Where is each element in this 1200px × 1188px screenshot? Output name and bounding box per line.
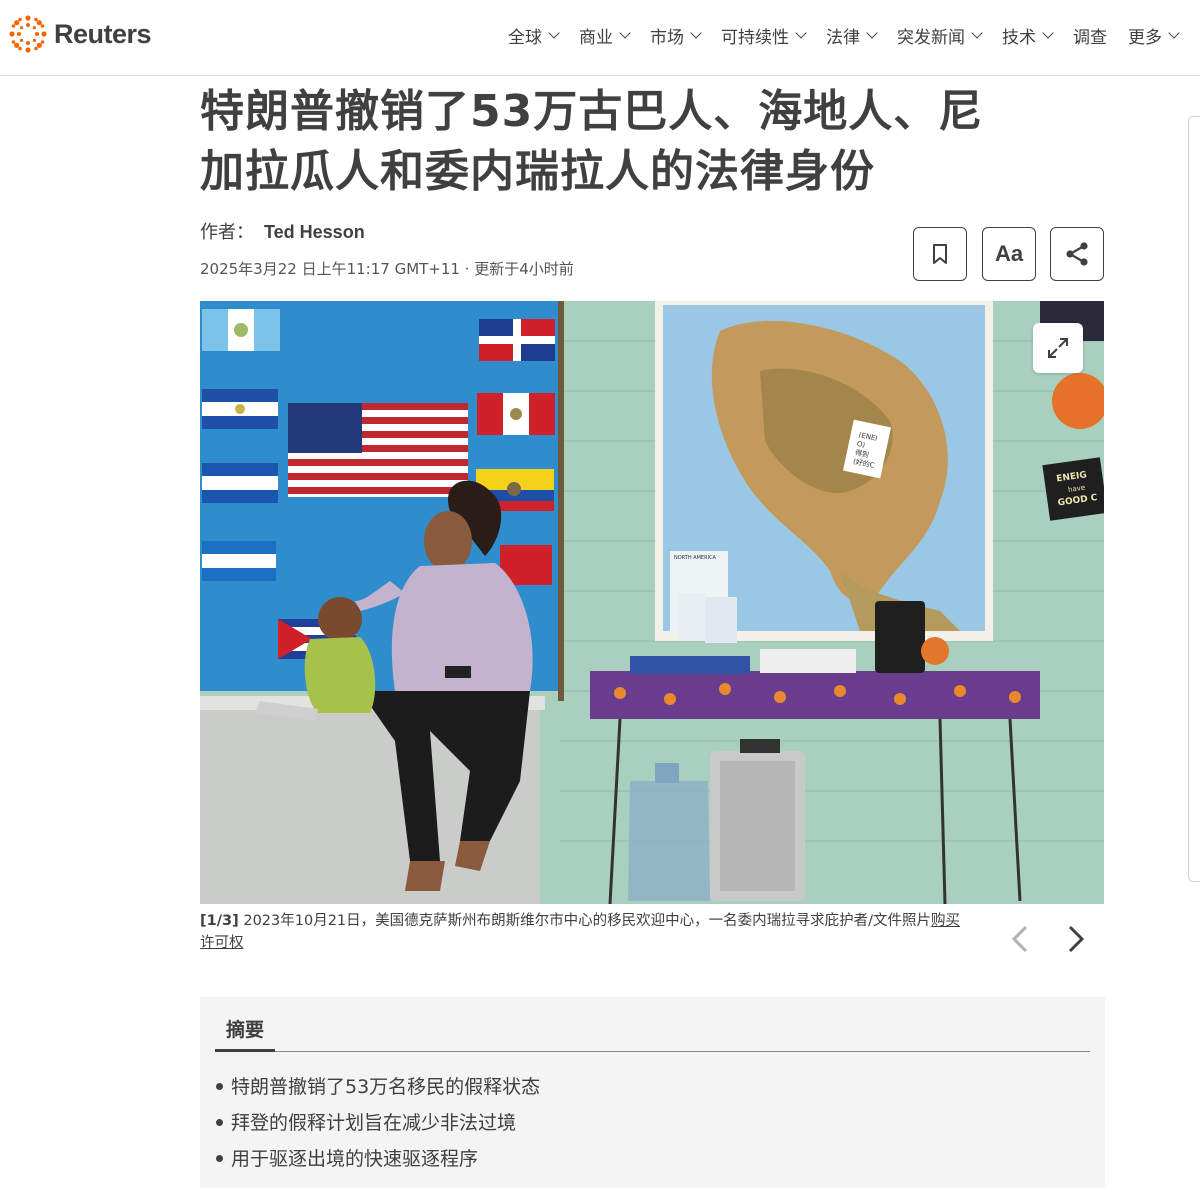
nav-label: 全球 xyxy=(508,27,542,48)
photo-counter: [1/3] xyxy=(200,913,239,929)
expand-image-button[interactable] xyxy=(1033,323,1083,373)
nav-label: 技术 xyxy=(1002,27,1036,48)
article-photo[interactable]: (ENEI O) 得到 (好的C NORTH AMERICA ENEIG hav… xyxy=(200,301,1104,904)
reuters-logo[interactable]: Reuters xyxy=(8,14,152,54)
photo-scene: (ENEI O) 得到 (好的C NORTH AMERICA ENEIG hav… xyxy=(200,301,1104,904)
flag-el-salvador xyxy=(202,389,278,429)
author-link[interactable]: Ted Hesson xyxy=(264,222,365,242)
flag-honduras xyxy=(202,463,278,503)
chevron-left-icon xyxy=(1011,925,1028,953)
flag-dominican-republic xyxy=(479,319,555,361)
chevron-down-icon xyxy=(548,26,560,39)
chevron-down-icon xyxy=(795,26,807,39)
headline-line-2: 加拉瓜人和委内瑞拉人的法律身份 xyxy=(200,146,875,197)
reuters-logo-text: Reuters xyxy=(54,18,152,49)
flag-peru xyxy=(477,393,555,435)
nav-label: 商业 xyxy=(579,27,613,48)
nav-item-sustainability[interactable]: 可持续性 xyxy=(721,23,807,48)
bullet-icon xyxy=(216,1154,223,1162)
nav-label: 突发新闻 xyxy=(897,27,965,48)
article-dateline: 2025年3月22 日上午11:17 GMT+11 · 更新于4小时前 xyxy=(200,260,574,278)
bullet-icon xyxy=(216,1118,223,1126)
summary-item: 拜登的假释计划旨在减少非法过境 xyxy=(216,1105,540,1141)
nav-label: 市场 xyxy=(650,27,684,48)
next-photo-button[interactable] xyxy=(1059,922,1093,956)
bookmark-icon xyxy=(933,244,947,264)
reuters-logo-icon xyxy=(9,15,47,53)
caption-text: 2023年10月21日，美国德克萨斯州布朗斯维尔市中心的移民欢迎中心，一名委内瑞… xyxy=(238,913,932,929)
summary-item-text: 拜登的假释计划旨在减少非法过境 xyxy=(231,1112,517,1134)
summary-box: 摘要 特朗普撤销了53万名移民的假释状态 拜登的假释计划旨在减少非法过境 用于驱… xyxy=(200,997,1105,1188)
speaker xyxy=(875,601,925,673)
nav-label: 更多 xyxy=(1128,27,1162,48)
nav-label: 调查 xyxy=(1073,27,1107,48)
expand-icon xyxy=(1048,338,1068,358)
nav-item-more[interactable]: 更多 xyxy=(1128,23,1180,48)
main-nav: 全球 商业 市场 可持续性 法律 突发新闻 技术 调查 更多 xyxy=(508,22,1199,48)
photo-caption: [1/3] 2023年10月21日，美国德克萨斯州布朗斯维尔市中心的移民欢迎中心… xyxy=(200,910,970,954)
byline: 作者： Ted Hesson xyxy=(200,218,365,244)
nav-item-world[interactable]: 全球 xyxy=(508,23,560,48)
nav-item-business[interactable]: 商业 xyxy=(579,23,631,48)
summary-tab[interactable]: 摘要 xyxy=(226,1015,264,1042)
previous-photo-button[interactable] xyxy=(1003,922,1037,956)
headline-line-1: 特朗普撤销了53万古巴人、海地人、尼 xyxy=(200,86,984,137)
chevron-down-icon xyxy=(1168,26,1180,39)
flag-usa xyxy=(288,403,468,497)
flag-guatemala xyxy=(202,309,280,351)
bullet-icon xyxy=(216,1082,223,1090)
nav-label: 法律 xyxy=(826,27,860,48)
share-icon xyxy=(1066,242,1088,266)
summary-divider xyxy=(215,1051,1090,1052)
summary-item: 特朗普撤销了53万名移民的假释状态 xyxy=(216,1069,540,1105)
nav-label: 可持续性 xyxy=(721,27,789,48)
chevron-right-icon xyxy=(1068,925,1085,953)
chevron-down-icon xyxy=(690,26,702,39)
chevron-down-icon xyxy=(619,26,631,39)
nav-item-legal[interactable]: 法律 xyxy=(826,23,878,48)
summary-tab-indicator xyxy=(215,1049,275,1052)
article-headline: 特朗普撤销了53万古巴人、海地人、尼 加拉瓜人和委内瑞拉人的法律身份 xyxy=(200,82,1100,202)
summary-item-text: 特朗普撤销了53万名移民的假释状态 xyxy=(231,1076,541,1098)
page-scrollbar[interactable] xyxy=(1188,116,1200,882)
chevron-down-icon xyxy=(971,26,983,39)
summary-item: 用于驱逐出境的快速驱逐程序 xyxy=(216,1141,540,1177)
byline-prefix: 作者： xyxy=(200,222,254,243)
bookmark-button[interactable] xyxy=(913,227,967,281)
map-leaflet-label: NORTH AMERICA xyxy=(674,555,717,561)
chevron-down-icon xyxy=(1042,26,1054,39)
summary-list: 特朗普撤销了53万名移民的假释状态 拜登的假释计划旨在减少非法过境 用于驱逐出境… xyxy=(216,1069,540,1177)
site-header: Reuters 全球 商业 市场 可持续性 法律 突发新闻 技术 调查 更多 xyxy=(0,0,1200,76)
font-size-button[interactable]: Aa xyxy=(982,227,1036,281)
nav-item-markets[interactable]: 市场 xyxy=(650,23,702,48)
flag-nicaragua xyxy=(202,541,276,581)
nav-item-breaking-news[interactable]: 突发新闻 xyxy=(897,23,983,48)
share-button[interactable] xyxy=(1050,227,1104,281)
nav-item-investigations[interactable]: 调查 xyxy=(1073,23,1107,48)
summary-item-text: 用于驱逐出境的快速驱逐程序 xyxy=(231,1148,479,1170)
nav-item-technology[interactable]: 技术 xyxy=(1002,23,1054,48)
chevron-down-icon xyxy=(866,26,878,39)
